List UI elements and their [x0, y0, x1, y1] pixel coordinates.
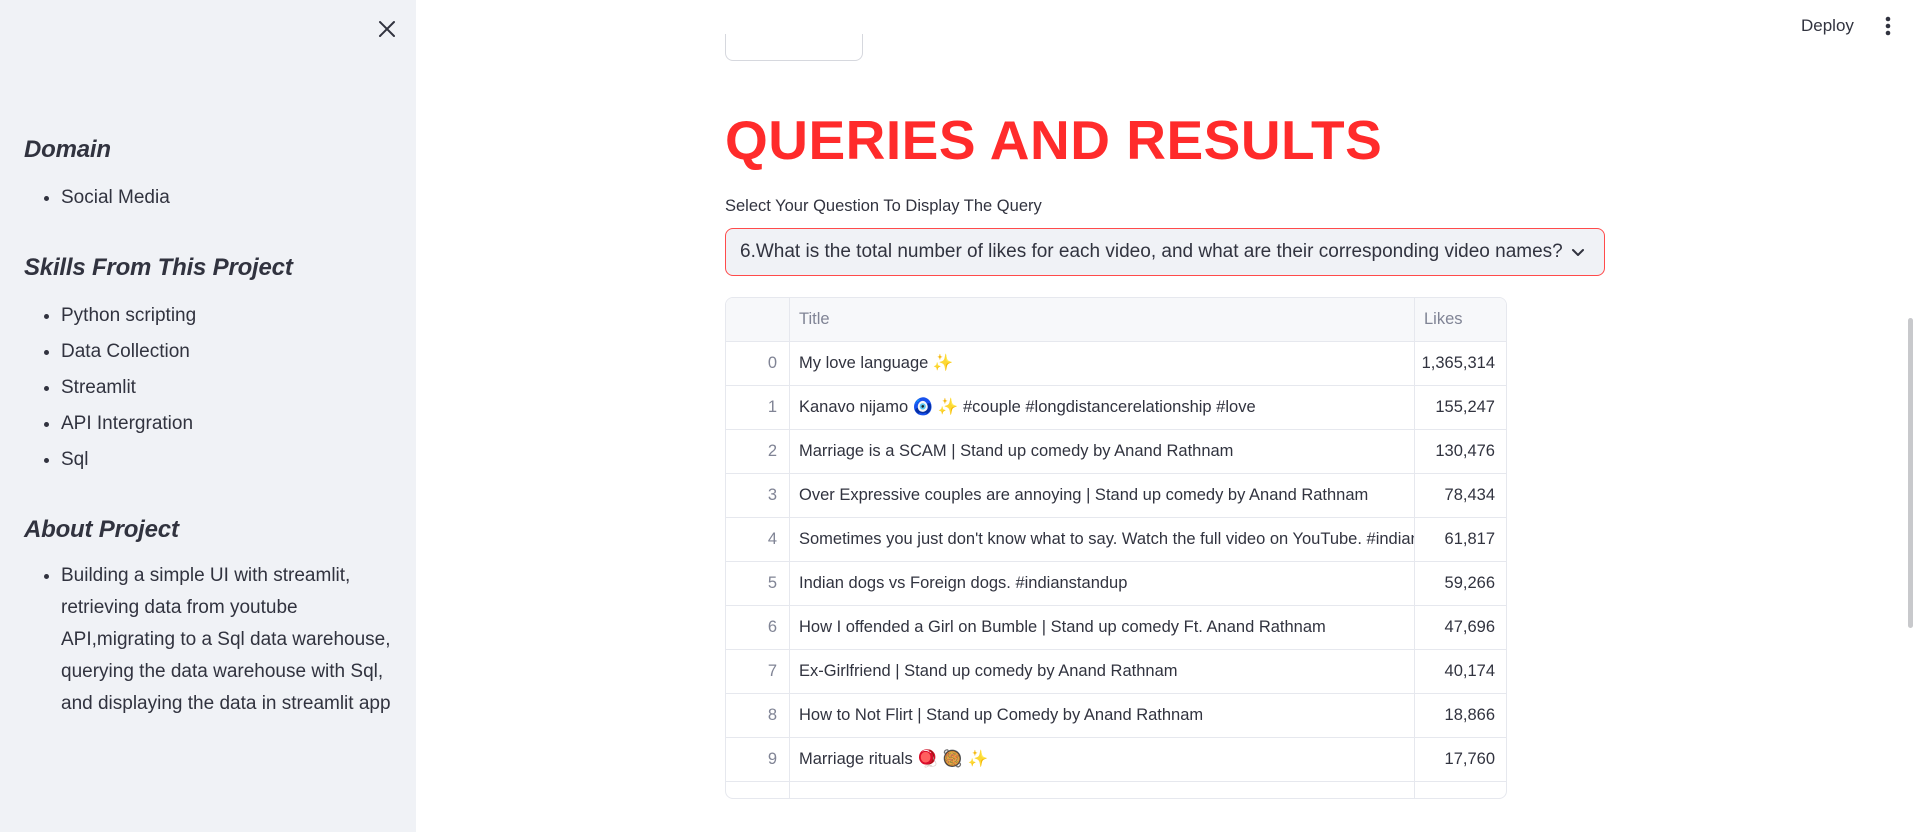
- sidebar: Domain Social Media Skills From This Pro…: [0, 0, 416, 832]
- title-cell[interactable]: My love language ✨: [790, 342, 1415, 385]
- table-row[interactable]: 8 How to Not Flirt | Stand up Comedy by …: [726, 694, 1506, 738]
- kebab-menu-icon: [1885, 16, 1891, 36]
- row-index: 7: [726, 650, 790, 693]
- title-cell[interactable]: Indian dogs vs Foreign dogs. #indianstan…: [790, 562, 1415, 605]
- title-cell[interactable]: Marriage rituals 🪀 🥘 ✨: [790, 738, 1415, 781]
- row-index: 1: [726, 386, 790, 429]
- sidebar-content: Domain Social Media Skills From This Pro…: [24, 136, 394, 758]
- row-index: 4: [726, 518, 790, 561]
- about-heading: About Project: [24, 516, 179, 543]
- domain-heading: Domain: [24, 136, 111, 163]
- row-index: 9: [726, 738, 790, 781]
- scrollbar-thumb[interactable]: [1908, 318, 1913, 628]
- table-row[interactable]: 4 Sometimes you just don't know what to …: [726, 518, 1506, 562]
- row-index: 5: [726, 562, 790, 605]
- deploy-button[interactable]: Deploy: [1791, 11, 1864, 41]
- close-icon: [379, 21, 395, 37]
- table-row[interactable]: 3 Over Expressive couples are annoying |…: [726, 474, 1506, 518]
- likes-cell[interactable]: 17,760: [1415, 738, 1504, 781]
- select-label: Select Your Question To Display The Quer…: [725, 197, 1042, 215]
- likes-header[interactable]: Likes: [1415, 298, 1504, 341]
- likes-cell[interactable]: 1,365,314: [1415, 342, 1504, 385]
- likes-cell[interactable]: 155,247: [1415, 386, 1504, 429]
- likes-cell[interactable]: 40,174: [1415, 650, 1504, 693]
- table-row[interactable]: 1 Kanavo nijamo 🧿 ✨ #couple #longdistanc…: [726, 386, 1506, 430]
- results-table[interactable]: Title Likes 0 My love language ✨ 1,365,3…: [725, 297, 1507, 799]
- likes-cell[interactable]: 78,434: [1415, 474, 1504, 517]
- title-cell[interactable]: How to Not Flirt | Stand up Comedy by An…: [790, 694, 1415, 737]
- likes-cell[interactable]: 59,266: [1415, 562, 1504, 605]
- page-title: QUERIES AND RESULTS: [725, 109, 1383, 171]
- likes-cell[interactable]: 18,866: [1415, 694, 1504, 737]
- list-item: Python scripting: [61, 298, 394, 334]
- table-row[interactable]: 2 Marriage is a SCAM | Stand up comedy b…: [726, 430, 1506, 474]
- chevron-down-icon: [1566, 240, 1590, 264]
- select-value: 6.What is the total number of likes for …: [740, 241, 1563, 262]
- likes-cell[interactable]: 61,817: [1415, 518, 1504, 561]
- table-row[interactable]: 9 Marriage rituals 🪀 🥘 ✨ 17,760: [726, 738, 1506, 782]
- row-index: 2: [726, 430, 790, 473]
- skills-heading: Skills From This Project: [24, 254, 293, 281]
- partial-button[interactable]: [725, 34, 863, 61]
- main-menu-button[interactable]: [1876, 12, 1900, 40]
- list-item: Sql: [61, 442, 394, 478]
- row-index: 3: [726, 474, 790, 517]
- title-cell[interactable]: [790, 782, 1415, 798]
- row-index: 0: [726, 342, 790, 385]
- skills-list: Python scripting Data Collection Streaml…: [24, 298, 394, 478]
- title-cell[interactable]: Sometimes you just don't know what to sa…: [790, 518, 1415, 561]
- title-cell[interactable]: Kanavo nijamo 🧿 ✨ #couple #longdistancer…: [790, 386, 1415, 429]
- about-list: Building a simple UI with streamlit, ret…: [24, 560, 394, 720]
- likes-cell[interactable]: 130,476: [1415, 430, 1504, 473]
- list-item: API Intergration: [61, 406, 394, 442]
- title-cell[interactable]: Over Expressive couples are annoying | S…: [790, 474, 1415, 517]
- table-header-row: Title Likes: [726, 298, 1506, 342]
- table-row[interactable]: 6 How I offended a Girl on Bumble | Stan…: [726, 606, 1506, 650]
- title-cell[interactable]: Marriage is a SCAM | Stand up comedy by …: [790, 430, 1415, 473]
- list-item: Data Collection: [61, 334, 394, 370]
- likes-cell[interactable]: [1415, 782, 1504, 798]
- table-row[interactable]: 5 Indian dogs vs Foreign dogs. #indianst…: [726, 562, 1506, 606]
- row-index: 8: [726, 694, 790, 737]
- row-index: [726, 782, 790, 798]
- list-item: Social Media: [61, 180, 394, 216]
- likes-cell[interactable]: 47,696: [1415, 606, 1504, 649]
- table-row-partial[interactable]: [726, 782, 1506, 798]
- close-sidebar-button[interactable]: [372, 14, 402, 44]
- list-item: Streamlit: [61, 370, 394, 406]
- title-header[interactable]: Title: [790, 298, 1415, 341]
- row-index: 6: [726, 606, 790, 649]
- title-cell[interactable]: How I offended a Girl on Bumble | Stand …: [790, 606, 1415, 649]
- table-row[interactable]: 7 Ex-Girlfriend | Stand up comedy by Ana…: [726, 650, 1506, 694]
- question-select[interactable]: 6.What is the total number of likes for …: [725, 228, 1605, 276]
- title-cell[interactable]: Ex-Girlfriend | Stand up comedy by Anand…: [790, 650, 1415, 693]
- index-header: [726, 298, 790, 341]
- list-item: Building a simple UI with streamlit, ret…: [61, 560, 394, 720]
- table-row[interactable]: 0 My love language ✨ 1,365,314: [726, 342, 1506, 386]
- domain-list: Social Media: [24, 180, 394, 216]
